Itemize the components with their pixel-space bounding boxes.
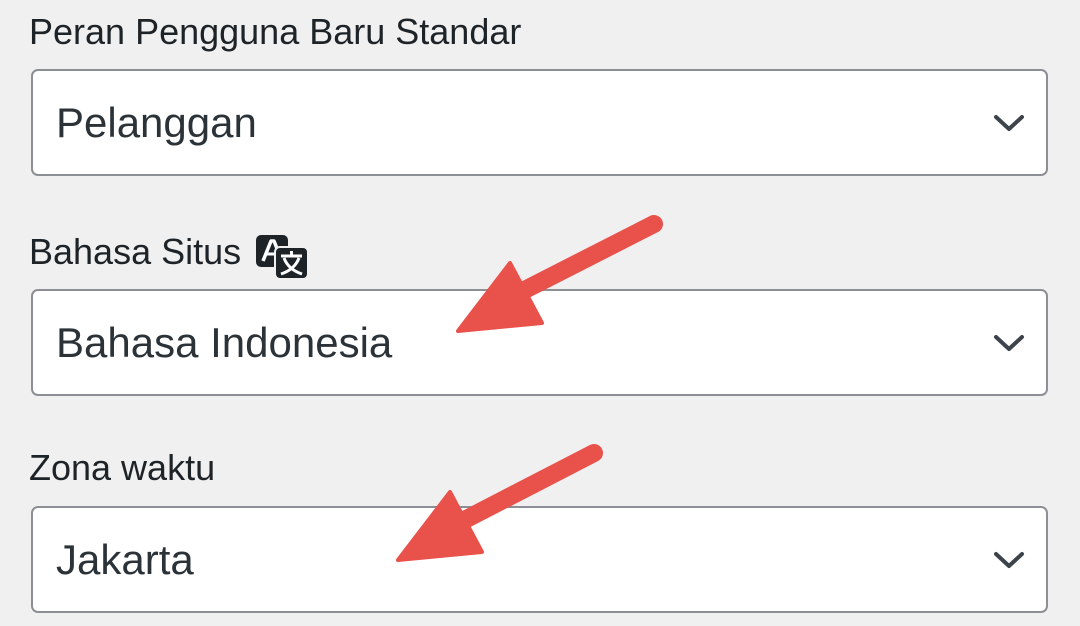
timezone-value: Jakarta bbox=[56, 535, 194, 583]
timezone-select[interactable]: Jakarta bbox=[31, 506, 1048, 613]
site-language-label: Bahasa Situs bbox=[29, 229, 310, 280]
site-language-value: Bahasa Indonesia bbox=[56, 318, 393, 366]
new-user-role-value: Pelanggan bbox=[56, 98, 257, 146]
new-user-role-label: Peran Pengguna Baru Standar bbox=[29, 12, 521, 52]
site-language-select[interactable]: Bahasa Indonesia bbox=[31, 289, 1048, 396]
timezone-label-text: Zona waktu bbox=[29, 447, 216, 488]
timezone-label: Zona waktu bbox=[29, 448, 215, 488]
chevron-down-icon bbox=[994, 334, 1024, 351]
chevron-down-icon bbox=[994, 551, 1024, 568]
translate-icon bbox=[256, 235, 310, 280]
chevron-down-icon bbox=[994, 114, 1024, 131]
new-user-role-label-text: Peran Pengguna Baru Standar bbox=[29, 11, 522, 52]
site-language-label-text: Bahasa Situs bbox=[29, 231, 242, 272]
new-user-role-select[interactable]: Pelanggan bbox=[31, 69, 1048, 176]
